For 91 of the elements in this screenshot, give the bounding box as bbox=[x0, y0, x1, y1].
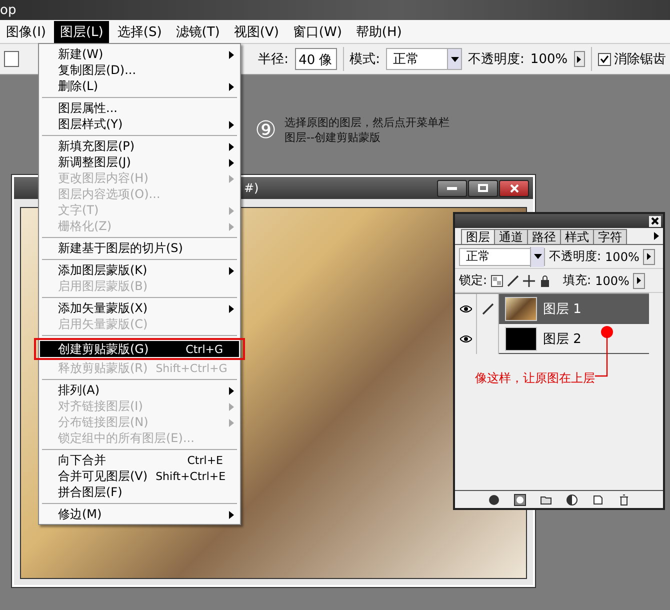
submenu-arrow-icon bbox=[228, 304, 234, 312]
step-number: ⑨ bbox=[255, 116, 277, 144]
trash-icon[interactable] bbox=[618, 494, 630, 506]
antialias-label: 消除锯齿 bbox=[614, 51, 666, 68]
close-icon bbox=[510, 184, 518, 192]
menu-item[interactable]: 新填充图层(P) bbox=[40, 138, 239, 154]
menu-item[interactable]: 新调整图层(J) bbox=[40, 154, 239, 170]
triangle-icon bbox=[577, 56, 582, 62]
fill-label: 填充: bbox=[563, 272, 592, 289]
menu-item[interactable]: 拼合图层(F) bbox=[40, 484, 239, 500]
visibility-toggle[interactable] bbox=[455, 294, 477, 324]
menu-bar-item[interactable]: 窗口(W) bbox=[286, 20, 348, 42]
opacity-arrow-button[interactable] bbox=[574, 51, 586, 67]
link-cell[interactable] bbox=[477, 294, 499, 324]
submenu-arrow-icon bbox=[228, 82, 234, 90]
maximize-button[interactable] bbox=[468, 180, 498, 196]
brush-icon[interactable] bbox=[507, 274, 520, 286]
submenu-arrow-icon bbox=[228, 510, 234, 518]
triangle-icon bbox=[647, 253, 652, 260]
adjustment-icon[interactable] bbox=[566, 494, 578, 506]
menu-item[interactable]: 图层属性... bbox=[40, 100, 239, 116]
menu-item[interactable]: 修边(M) bbox=[40, 506, 239, 522]
new-layer-icon[interactable] bbox=[592, 494, 604, 506]
menu-bar-item[interactable]: 滤镜(T) bbox=[170, 20, 226, 42]
menu-item[interactable]: 添加矢量蒙版(X) bbox=[40, 300, 239, 316]
instruction-text: 选择原图的图层，然后点开菜单栏 bbox=[284, 115, 450, 130]
minimize-icon bbox=[447, 186, 457, 190]
checker-icon[interactable] bbox=[491, 274, 504, 286]
lock-label: 锁定: bbox=[459, 272, 488, 289]
annotation-text: 像这样，让原图在上层 bbox=[475, 370, 595, 387]
layer-thumbnail bbox=[505, 296, 537, 320]
radius-field[interactable]: 40 像 bbox=[294, 48, 337, 70]
menu-item[interactable]: 复制图层(D)... bbox=[40, 62, 239, 78]
folder-icon[interactable] bbox=[540, 494, 552, 506]
submenu-arrow-icon bbox=[228, 266, 234, 274]
mask-icon[interactable] bbox=[514, 494, 526, 506]
menu-bar-item[interactable]: 选择(S) bbox=[111, 20, 168, 42]
fill-arrow-button[interactable] bbox=[633, 272, 646, 288]
menu-item[interactable]: 添加图层蒙版(K) bbox=[40, 262, 239, 278]
submenu-arrow-icon bbox=[228, 120, 234, 128]
mode-label: 模式: bbox=[350, 51, 380, 68]
panel-menu-arrow-icon[interactable] bbox=[654, 232, 659, 240]
opacity-arrow-button[interactable] bbox=[643, 248, 656, 264]
app-title: op bbox=[0, 2, 16, 18]
minimize-button[interactable] bbox=[437, 180, 467, 196]
radius-label: 半径: bbox=[258, 51, 289, 68]
layer-row[interactable]: 图层 2 bbox=[455, 324, 649, 354]
menu-item[interactable]: 排列(A) bbox=[40, 382, 239, 398]
opacity-value[interactable]: 100% bbox=[530, 52, 568, 66]
menu-item[interactable]: 新建(W) bbox=[40, 46, 239, 62]
eye-icon[interactable] bbox=[460, 334, 472, 342]
menu-item[interactable]: 新建基于图层的切片(S) bbox=[40, 240, 239, 256]
opacity-value[interactable]: 100% bbox=[605, 250, 640, 264]
panel-tab[interactable]: 通道 bbox=[494, 229, 528, 244]
opacity-label: 不透明度: bbox=[468, 51, 524, 68]
lock-icon[interactable] bbox=[539, 274, 552, 286]
tool-icon[interactable] bbox=[4, 51, 20, 67]
maximize-icon bbox=[478, 184, 488, 192]
instruction-text: 图层--创建剪贴蒙版 bbox=[284, 130, 382, 145]
layer-name: 图层 1 bbox=[543, 300, 582, 318]
layer-row[interactable]: 图层 1 bbox=[455, 294, 649, 324]
antialias-checkbox[interactable] bbox=[598, 52, 611, 66]
menu-item[interactable]: 图层样式(Y) bbox=[40, 116, 239, 132]
brush-icon bbox=[482, 302, 494, 314]
triangle-icon bbox=[637, 277, 642, 284]
submenu-arrow-icon bbox=[228, 50, 234, 58]
menu-bar-item[interactable]: 视图(V) bbox=[228, 20, 285, 42]
opacity-label: 不透明度: bbox=[549, 248, 602, 265]
chevron-down-icon bbox=[450, 56, 459, 62]
eye-icon[interactable] bbox=[460, 304, 472, 312]
menu-bar-item[interactable]: 图像(I) bbox=[0, 20, 52, 42]
blend-mode-select[interactable]: 正常 bbox=[459, 248, 545, 266]
menu-item[interactable]: 合并可见图层(V) Shift+Ctrl+E bbox=[40, 468, 239, 484]
move-icon[interactable] bbox=[523, 274, 536, 286]
panel-tab[interactable]: 字符 bbox=[593, 229, 627, 244]
close-button[interactable] bbox=[499, 180, 529, 196]
panel-tab[interactable]: 路径 bbox=[527, 229, 561, 244]
menu-bar-item[interactable]: 图层(L) bbox=[54, 20, 110, 42]
menu-item[interactable]: 创建剪贴蒙版(G) Ctrl+G bbox=[40, 341, 239, 357]
mode-select[interactable]: 正常 bbox=[386, 48, 462, 70]
panel-tab[interactable]: 图层 bbox=[461, 229, 495, 244]
panel-tab[interactable]: 样式 bbox=[560, 229, 594, 244]
close-icon[interactable] bbox=[649, 216, 661, 226]
menu-bar-item[interactable]: 帮助(H) bbox=[350, 20, 408, 42]
layer-name: 图层 2 bbox=[543, 330, 582, 348]
fill-value[interactable]: 100% bbox=[595, 274, 630, 288]
layer-thumbnail bbox=[505, 326, 537, 350]
menu-item[interactable]: 删除(L) bbox=[40, 78, 239, 94]
document-title: #) bbox=[244, 181, 259, 195]
chevron-down-icon bbox=[534, 254, 542, 259]
menu-item[interactable]: 向下合并 Ctrl+E bbox=[40, 452, 239, 468]
